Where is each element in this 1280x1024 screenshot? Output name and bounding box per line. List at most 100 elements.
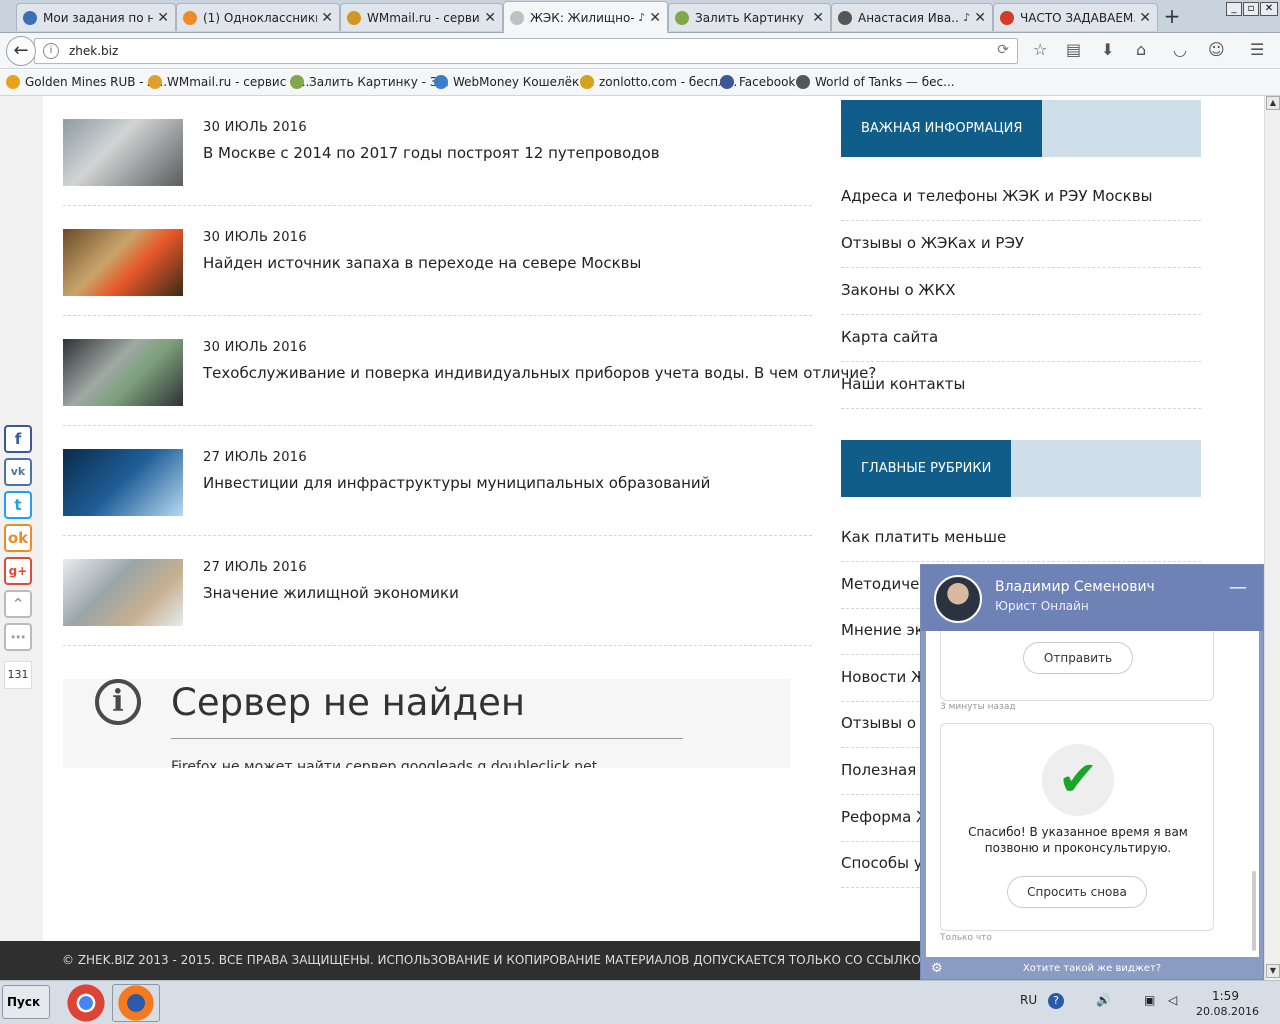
bookmark-item[interactable]: WebMoney Кошелёк ... bbox=[434, 75, 595, 89]
chat-icon[interactable]: ☺ bbox=[1208, 40, 1225, 59]
browser-tab[interactable]: Мои задания по на... ✕ bbox=[16, 3, 176, 31]
browser-tab[interactable]: ЧАСТО ЗАДАВАЕМ... ✕ bbox=[993, 3, 1158, 31]
start-button[interactable]: Пуск bbox=[2, 985, 50, 1019]
help-icon[interactable]: ? bbox=[1048, 993, 1064, 1009]
browser-tab[interactable]: ЖЭК: Жилищно-ко... ♪ ✕ bbox=[503, 1, 668, 33]
news-title-link[interactable]: Значение жилищной экономики bbox=[203, 584, 459, 602]
tab-title: ЧАСТО ЗАДАВАЕМ... bbox=[1020, 10, 1136, 25]
news-thumbnail[interactable] bbox=[63, 119, 183, 186]
home-icon[interactable]: ⌂ bbox=[1136, 40, 1146, 59]
important-info-link[interactable]: Адреса и телефоны ЖЭК и РЭУ Москвы bbox=[841, 174, 1201, 221]
tab-favicon-icon bbox=[347, 10, 361, 25]
close-window-button[interactable]: ✕ bbox=[1260, 2, 1278, 16]
close-tab-icon[interactable]: ✕ bbox=[157, 10, 169, 26]
news-item[interactable]: 30 ИЮЛЬ 2016 В Москве с 2014 по 2017 годы… bbox=[63, 96, 812, 206]
restore-window-button[interactable]: ▫ bbox=[1243, 2, 1259, 16]
new-tab-button[interactable]: + bbox=[1160, 4, 1184, 28]
clock-date[interactable]: 20.08.2016 bbox=[1196, 1005, 1259, 1018]
chat-header: Владимир Семенович Юрист Онлайн — bbox=[921, 565, 1263, 631]
news-date: 30 ИЮЛЬ 2016 bbox=[203, 230, 307, 245]
chat-agent-name: Владимир Семенович bbox=[995, 579, 1155, 595]
ask-again-button[interactable]: Спросить снова bbox=[1007, 876, 1147, 908]
google-plus-share-icon[interactable]: g+ bbox=[4, 557, 32, 585]
important-info-link[interactable]: Карта сайта bbox=[841, 315, 1201, 362]
close-tab-icon[interactable]: ✕ bbox=[812, 10, 824, 26]
minimize-window-button[interactable]: _ bbox=[1226, 2, 1242, 16]
news-title-link[interactable]: Найден источник запаха в переходе на сев… bbox=[203, 254, 641, 272]
rubric-link[interactable]: Как платить меньше bbox=[841, 515, 1201, 562]
browser-tab[interactable]: WMmail.ru - сервис... ✕ bbox=[340, 3, 503, 31]
news-thumbnail[interactable] bbox=[63, 339, 183, 406]
page-scrollbar[interactable]: ▲ ▼ bbox=[1264, 96, 1280, 980]
news-title-link[interactable]: В Москве с 2014 по 2017 годы построят 12… bbox=[203, 144, 660, 162]
audio-icon[interactable]: ♪ bbox=[638, 11, 645, 24]
news-date: 27 ИЮЛЬ 2016 bbox=[203, 450, 307, 465]
chat-scrollbar[interactable] bbox=[1252, 871, 1256, 951]
close-tab-icon[interactable]: ✕ bbox=[649, 10, 661, 26]
url-text[interactable]: zhek.biz bbox=[69, 44, 118, 58]
news-thumbnail[interactable] bbox=[63, 559, 183, 626]
bookmark-star-icon[interactable]: ☆ bbox=[1033, 40, 1047, 59]
vk-share-icon[interactable]: vk bbox=[4, 458, 32, 486]
news-item[interactable]: 27 ИЮЛЬ 2016 Значение жилищной экономики bbox=[63, 536, 812, 646]
close-tab-icon[interactable]: ✕ bbox=[321, 10, 333, 26]
news-item[interactable]: 27 ИЮЛЬ 2016 Инвестиции для инфраструктур… bbox=[63, 426, 812, 536]
network-icon[interactable]: ▣ bbox=[1144, 993, 1155, 1007]
chat-confirmation-bubble: ✔ Спасибо! В указанное время я вам позво… bbox=[940, 723, 1214, 931]
odnoklassniki-share-icon[interactable]: ok bbox=[4, 524, 32, 552]
firefox-icon[interactable] bbox=[112, 984, 160, 1022]
scroll-down-arrow-icon[interactable]: ▼ bbox=[1266, 964, 1280, 978]
bookmark-item[interactable]: WMmail.ru - сервис п... bbox=[148, 75, 309, 89]
news-date: 30 ИЮЛЬ 2016 bbox=[203, 120, 307, 135]
language-indicator[interactable]: RU bbox=[1020, 993, 1037, 1007]
site-info-icon[interactable]: i bbox=[43, 43, 59, 59]
close-tab-icon[interactable]: ✕ bbox=[974, 10, 986, 26]
bookmark-item[interactable]: Golden Mines RUB - А... bbox=[6, 75, 167, 89]
important-info-link[interactable]: Отзывы о ЖЭКах и РЭУ bbox=[841, 221, 1201, 268]
widget-promo-link[interactable]: Хотите такой же виджет? bbox=[921, 959, 1263, 979]
minimize-chat-button[interactable]: — bbox=[1229, 577, 1247, 598]
close-tab-icon[interactable]: ✕ bbox=[1139, 10, 1151, 26]
bookmark-item[interactable]: Залить Картинку - З... bbox=[290, 75, 449, 89]
chat-agent-role: Юрист Онлайн bbox=[995, 599, 1089, 613]
more-share-icon[interactable]: ⋯ bbox=[4, 623, 32, 651]
bookmark-item[interactable]: zonlotto.com - беспл... bbox=[580, 75, 737, 89]
tab-favicon-icon bbox=[838, 10, 852, 25]
reload-icon[interactable]: ⟳ bbox=[997, 42, 1009, 58]
news-thumbnail[interactable] bbox=[63, 229, 183, 296]
browser-tab[interactable]: (1) Одноклассники ✕ bbox=[176, 3, 340, 31]
news-thumbnail[interactable] bbox=[63, 449, 183, 516]
scroll-up-arrow-icon[interactable]: ▲ bbox=[1266, 96, 1280, 110]
close-tab-icon[interactable]: ✕ bbox=[484, 10, 496, 26]
news-title-link[interactable]: Техобслуживание и поверка индивидуальных… bbox=[203, 364, 876, 382]
back-button[interactable]: ← bbox=[6, 36, 36, 66]
audio-icon[interactable]: ♪ bbox=[963, 11, 970, 24]
facebook-share-icon[interactable]: f bbox=[4, 425, 32, 453]
bookmark-label: WMmail.ru - сервис п... bbox=[167, 75, 310, 89]
important-info-link[interactable]: Наши контакты bbox=[841, 362, 1201, 409]
speaker-icon[interactable]: ◁ bbox=[1168, 993, 1177, 1007]
bookmark-item[interactable]: World of Tanks — бес... bbox=[796, 75, 955, 89]
volume-icon[interactable]: 🔊 bbox=[1096, 993, 1111, 1007]
chrome-icon[interactable] bbox=[62, 984, 110, 1022]
browser-tab[interactable]: Анастасия Ива... ♪ ✕ bbox=[831, 3, 993, 31]
chat-form-bubble: Отправить bbox=[940, 631, 1214, 701]
clock-time[interactable]: 1:59 bbox=[1212, 989, 1239, 1003]
scroll-up-icon[interactable]: ⌃ bbox=[4, 590, 32, 618]
downloads-icon[interactable]: ⬇ bbox=[1101, 40, 1114, 59]
address-bar[interactable]: i zhek.biz ⟳ bbox=[34, 38, 1018, 64]
news-item[interactable]: 30 ИЮЛЬ 2016 Найден источник запаха в пер… bbox=[63, 206, 812, 316]
browser-tab[interactable]: Залить Картинку - ... ✕ bbox=[668, 3, 831, 31]
pocket-icon[interactable]: ◡ bbox=[1173, 40, 1187, 59]
send-button[interactable]: Отправить bbox=[1023, 642, 1133, 674]
bookmark-item[interactable]: Facebook bbox=[720, 75, 795, 89]
news-item[interactable]: 30 ИЮЛЬ 2016 Техобслуживание и поверка ин… bbox=[63, 316, 876, 426]
tab-favicon-icon bbox=[510, 10, 524, 25]
important-info-heading: ВАЖНАЯ ИНФОРМАЦИЯ bbox=[841, 100, 1043, 157]
twitter-share-icon[interactable]: t bbox=[4, 491, 32, 519]
reading-list-icon[interactable]: ▤ bbox=[1066, 40, 1081, 59]
news-title-link[interactable]: Инвестиции для инфраструктуры муниципаль… bbox=[203, 474, 710, 492]
menu-icon[interactable]: ☰ bbox=[1250, 40, 1264, 59]
important-info-link[interactable]: Законы о ЖКХ bbox=[841, 268, 1201, 315]
tab-favicon-icon bbox=[675, 10, 689, 25]
